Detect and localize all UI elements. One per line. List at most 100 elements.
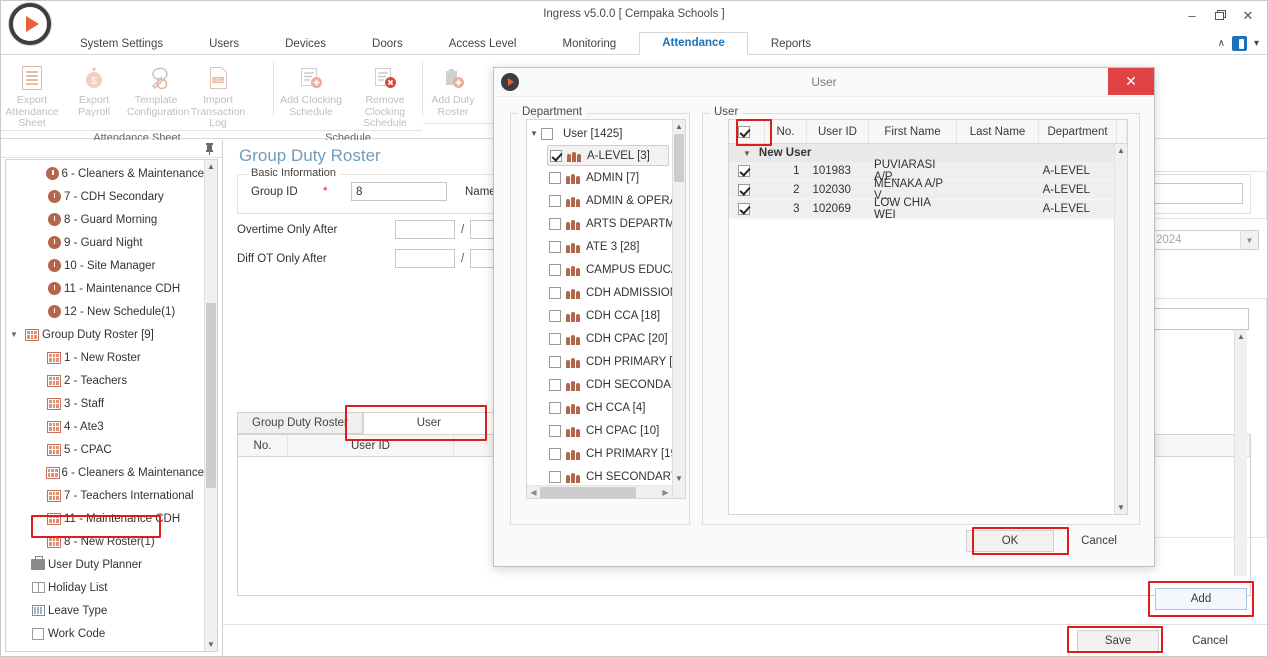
export-payroll-button[interactable]: $ Export Payroll [63,61,125,118]
dept-checkbox[interactable] [549,217,561,230]
ug-col-department[interactable]: Department [1039,120,1117,143]
row-checkbox[interactable] [737,184,750,196]
sidebar-item-12-new-schedule[interactable]: 12 - New Schedule(1) [6,300,204,323]
tab-access-level[interactable]: Access Level [426,33,540,55]
export-attendance-sheet-button[interactable]: Export Attendance Sheet [1,61,63,130]
dept-node-ch-secondary[interactable]: CH SECONDARY [18] [527,465,672,485]
add-button[interactable]: Add [1155,588,1247,610]
dept-node-admin[interactable]: ADMIN [7] [527,166,672,189]
sidebar-item-8-new-roster-1[interactable]: 8 - New Roster(1) [6,530,204,553]
overflow-chevron-icon[interactable]: ▾ [1254,38,1259,49]
sidebar-item-7-cdh-secondary[interactable]: 7 - CDH Secondary [6,185,204,208]
dept-node-ch-primary[interactable]: CH PRIMARY [19] [527,442,672,465]
year-combo[interactable]: 2024 ▼ [1149,230,1259,250]
save-button[interactable]: Save [1077,630,1159,652]
dept-checkbox[interactable] [549,286,561,299]
tab-group-duty-roster[interactable]: Group Duty Roster [237,412,363,434]
dept-node-cdh-cpac[interactable]: CDH CPAC [20] [527,327,672,350]
restore-button[interactable] [1207,4,1233,26]
dept-node-user-root[interactable]: ▼ User [1425] [527,122,672,145]
sidebar-item-9-guard-night[interactable]: 9 - Guard Night [6,231,204,254]
dept-node-arts-department[interactable]: ARTS DEPARTMENT [ [527,212,672,235]
navigation-tree[interactable]: 6 - Cleaners & Maintenance 7 - CDH Secon… [5,159,218,652]
minimize-button[interactable]: – [1179,4,1205,26]
row-checkbox[interactable] [737,203,750,215]
dept-checkbox[interactable] [549,401,561,414]
department-tree[interactable]: ▼ User [1425] A-LEVEL [3] ADMIN [7] ADMI… [526,119,686,499]
dialog-user-grid-scrollbar[interactable]: ▲ ▼ [1114,144,1127,514]
tab-reports[interactable]: Reports [748,33,834,55]
group-expander-icon[interactable]: ▼ [743,149,751,158]
tab-user[interactable]: User [362,412,495,434]
dept-node-cdh-secondary[interactable]: CDH SECONDARY [49 [527,373,672,396]
help-badge-icon[interactable] [1231,36,1247,51]
row-checkbox-cell[interactable] [729,162,765,180]
dept-checkbox[interactable] [549,309,561,322]
ug-col-no[interactable]: No. [765,120,807,143]
dept-checkbox[interactable] [549,171,561,184]
dept-checkbox[interactable] [550,149,562,162]
sidebar-item-8-guard-morning[interactable]: 8 - Guard Morning [6,208,204,231]
expander-icon[interactable]: ▼ [6,330,22,339]
department-hscrollbar[interactable]: ◀ ▶ [527,485,672,498]
sidebar-item-leave-type[interactable]: Leave Type [6,599,204,622]
select-all-cell[interactable] [729,120,765,143]
dialog-cancel-button[interactable]: Cancel [1064,530,1134,552]
scroll-up-icon[interactable]: ▲ [1115,144,1127,157]
tab-monitoring[interactable]: Monitoring [539,33,639,55]
dept-node-ch-cpac[interactable]: CH CPAC [10] [527,419,672,442]
ug-col-last-name[interactable]: Last Name [957,120,1039,143]
dept-node-ch-cca[interactable]: CH CCA [4] [527,396,672,419]
dept-node-campus-education[interactable]: CAMPUS EDUCATION [527,258,672,281]
template-configuration-button[interactable]: Template Configuration [125,61,189,118]
scrollbar-thumb[interactable] [674,134,684,182]
scrollbar-thumb[interactable] [206,303,216,488]
dept-node-cdh-primary[interactable]: CDH PRIMARY [53] [527,350,672,373]
tab-doors[interactable]: Doors [349,33,426,55]
sidebar-item-11-maintenance-cdh-roster[interactable]: 11 - Maintenance CDH [6,507,204,530]
hscrollbar-thumb[interactable] [540,486,636,498]
add-duty-roster-button[interactable]: Add Duty Roster [423,61,483,118]
sidebar-item-work-code[interactable]: Work Code [6,622,204,645]
department-vscrollbar[interactable]: ▲ ▼ [672,120,685,498]
dept-checkbox[interactable] [549,355,561,368]
sidebar-item-holiday-list[interactable]: Holiday List [6,576,204,599]
dept-node-admin-operation[interactable]: ADMIN & OPERATION [527,189,672,212]
dept-checkbox[interactable] [549,470,561,483]
scroll-down-icon[interactable]: ▼ [1115,501,1127,514]
collapse-ribbon-icon[interactable]: ∧ [1218,38,1225,49]
scroll-left-icon[interactable]: ◀ [527,488,540,497]
dept-checkbox[interactable] [549,378,561,391]
scroll-up-icon[interactable]: ▲ [1235,330,1247,343]
dept-node-cdh-cca[interactable]: CDH CCA [18] [527,304,672,327]
import-transaction-log-button[interactable]: LOG Import Transaction Log [187,61,249,130]
sidebar-item-4-ate3[interactable]: 4 - Ate3 [6,415,204,438]
tab-system-settings[interactable]: System Settings [57,33,186,55]
scroll-up-icon[interactable]: ▲ [205,160,217,173]
sidebar-item-6-cleaners-maintenance[interactable]: 6 - Cleaners & Maintenance [6,162,204,185]
tab-users[interactable]: Users [186,33,262,55]
dept-checkbox[interactable] [549,194,561,207]
dept-node-cdh-admissions[interactable]: CDH ADMISSIONS [3 [527,281,672,304]
sidebar-scrollbar[interactable]: ▲ ▼ [204,160,217,651]
grid-col-user-id[interactable]: User ID [288,435,454,456]
pin-icon[interactable] [205,143,214,155]
group-id-input[interactable]: 8 [351,182,447,201]
right-panel-scrollbar[interactable]: ▲ [1234,330,1247,576]
add-clocking-schedule-button[interactable]: Add Clocking Schedule [274,61,348,118]
ug-col-blank[interactable] [1117,120,1127,143]
sidebar-item-11-maintenance-cdh[interactable]: 11 - Maintenance CDH [6,277,204,300]
dialog-user-grid[interactable]: No. User ID First Name Last Name Departm… [728,119,1128,515]
dept-checkbox[interactable] [541,127,553,140]
dept-checkbox[interactable] [549,332,561,345]
row-checkbox-cell[interactable] [729,200,765,218]
dept-checkbox[interactable] [549,447,561,460]
cancel-button[interactable]: Cancel [1169,630,1251,652]
select-all-checkbox[interactable] [738,125,750,138]
row-checkbox-cell[interactable] [729,181,765,199]
scroll-down-icon[interactable]: ▼ [205,638,217,651]
dialog-close-button[interactable]: ✕ [1108,68,1154,95]
tab-attendance[interactable]: Attendance [639,32,748,55]
ok-button[interactable]: OK [966,530,1054,552]
dept-checkbox[interactable] [549,263,561,276]
